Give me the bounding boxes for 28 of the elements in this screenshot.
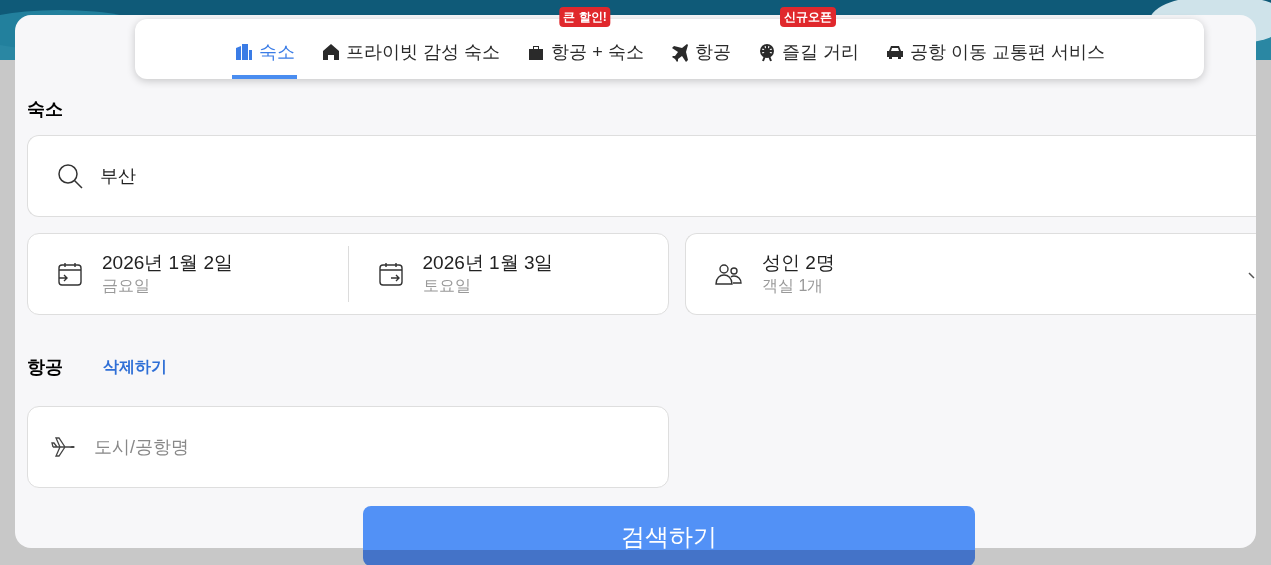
weekday-text: 토요일 — [422, 276, 472, 296]
tab[interactable]: 즐길 거리 — [754, 29, 861, 79]
house-icon — [321, 42, 342, 62]
date-text: 2026년 1월 3일 — [422, 251, 554, 275]
airport-field[interactable]: 도시/공항명 — [27, 406, 669, 488]
tab[interactable]: 공항 이동 교통편 서비스 — [882, 29, 1107, 79]
airport-input[interactable]: 도시/공항명 — [94, 433, 494, 461]
section-heading: 항공 — [27, 355, 63, 379]
building-icon — [234, 42, 255, 62]
tab-badge: 신규오픈 — [779, 7, 836, 27]
calendar-icon — [56, 260, 84, 288]
tab[interactable]: 항공 + 숙소 — [524, 29, 646, 79]
tab-badge: 큰 할인! — [559, 7, 611, 27]
section-heading: 숙소 — [27, 98, 64, 121]
tab[interactable]: 프라이빗 감성 숙소 — [319, 29, 503, 79]
calendar-icon — [376, 260, 405, 288]
weekday-text: 금요일 — [102, 276, 151, 296]
tab[interactable]: 항공 — [667, 29, 733, 79]
guests-text: 성인 2명 — [762, 251, 836, 275]
date-text: 2026년 1월 2일 — [102, 251, 233, 275]
guests-field[interactable]: 성인 2명 객실 1개 — [685, 233, 1256, 315]
plane-icon — [50, 434, 76, 460]
search-icon — [56, 162, 84, 190]
remove-link[interactable]: 삭제하기 — [103, 355, 167, 379]
destination-field[interactable]: 부산 — [27, 135, 1256, 217]
tab[interactable]: 숙소 — [232, 29, 298, 79]
date-field[interactable]: 2026년 1월 2일 금요일 2026년 1월 3일 토요일 — [27, 233, 669, 315]
rooms-text: 객실 1개 — [762, 276, 825, 296]
